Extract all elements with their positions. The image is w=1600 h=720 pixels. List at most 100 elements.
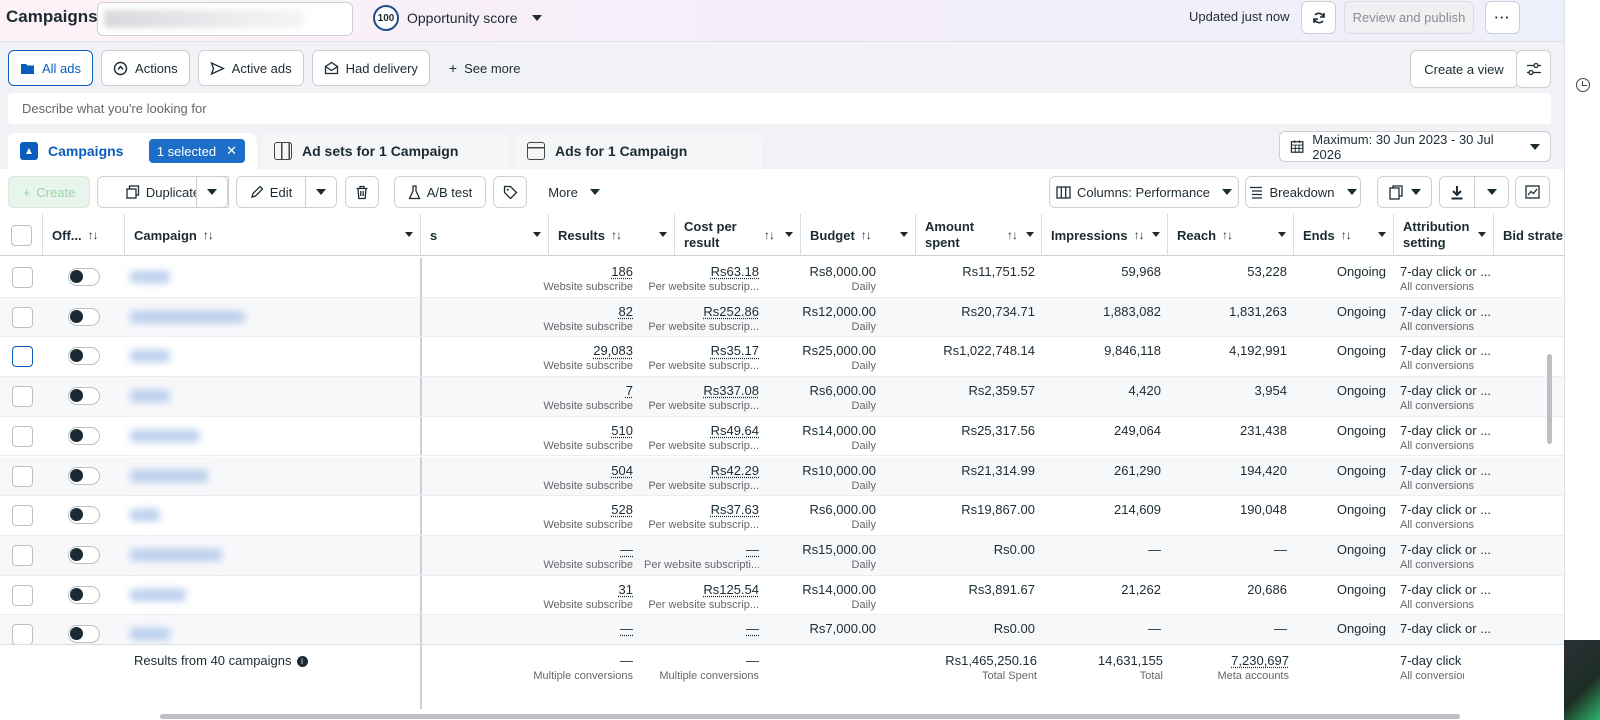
chevron-down-icon[interactable] [900, 232, 908, 237]
more-options-button[interactable]: ··· [1485, 1, 1520, 34]
search-input[interactable] [8, 93, 1551, 124]
campaign-toggle[interactable] [68, 387, 100, 406]
table-row[interactable]: 29,083 Website subscribe Rs35.17 Per websit… [0, 337, 1564, 378]
vertical-scrollbar[interactable] [1547, 354, 1552, 444]
create-view-button[interactable]: Create a view [1410, 50, 1518, 88]
date-range-picker[interactable]: Maximum: 30 Jun 2023 - 30 Jul 2026 [1279, 131, 1551, 162]
header-amount-spent[interactable]: Amount spent ↑↓ [916, 214, 1042, 256]
cost-per-result-value[interactable]: Rs337.08 [703, 383, 759, 398]
delete-button[interactable] [345, 176, 379, 208]
campaign-name-redacted[interactable] [130, 390, 170, 403]
row-checkbox[interactable] [12, 425, 33, 447]
chevron-down-icon[interactable] [405, 232, 413, 237]
chevron-down-icon[interactable] [1278, 232, 1286, 237]
table-row[interactable]: — Website subscribe — Per website subscript… [0, 535, 1564, 576]
table-row[interactable]: 31 Website subscribe Rs125.54 Per website s… [0, 575, 1564, 616]
chevron-down-icon[interactable] [1026, 232, 1034, 237]
budget-value[interactable]: Rs10,000.00 [802, 463, 876, 478]
campaign-name-redacted[interactable] [130, 271, 170, 283]
results-value[interactable]: 7 [626, 383, 633, 398]
header-cost-per-result[interactable]: Cost per result ↑↓ [675, 214, 801, 256]
campaign-toggle[interactable] [68, 585, 100, 604]
filter-actions[interactable]: Actions [101, 50, 190, 86]
chevron-down-icon[interactable] [1152, 232, 1160, 237]
header-impressions[interactable]: Impressions ↑↓ [1042, 214, 1168, 256]
cost-per-result-value[interactable]: — [746, 542, 759, 557]
header-budget[interactable]: Budget ↑↓ [801, 214, 916, 256]
chevron-down-icon[interactable] [785, 232, 793, 237]
chevron-down-icon[interactable] [1478, 232, 1486, 237]
budget-value[interactable]: Rs12,000.00 [802, 304, 876, 319]
row-checkbox[interactable] [12, 505, 33, 527]
row-checkbox[interactable] [12, 584, 33, 606]
campaign-toggle[interactable] [68, 426, 100, 445]
chevron-down-icon[interactable] [533, 232, 541, 237]
opportunity-score[interactable]: 100 Opportunity score [373, 5, 542, 31]
reports-button[interactable] [1377, 176, 1432, 208]
results-value[interactable]: 82 [619, 304, 633, 319]
header-partial-column[interactable]: s [421, 214, 549, 256]
results-value[interactable]: 29,083 [593, 343, 633, 358]
review-and-publish-button[interactable]: Review and publish [1344, 1, 1474, 34]
charts-button[interactable] [1515, 176, 1550, 208]
budget-value[interactable]: Rs14,000.00 [802, 582, 876, 597]
tab-ads[interactable]: Ads for 1 Campaign [515, 133, 762, 169]
cost-per-result-value[interactable]: Rs35.17 [711, 343, 759, 358]
results-value[interactable]: 31 [619, 582, 633, 597]
campaign-name-redacted[interactable] [130, 469, 208, 482]
cost-per-result-value[interactable]: Rs252.86 [703, 304, 759, 319]
table-row[interactable]: 82 Website subscribe Rs252.86 Per website s… [0, 297, 1564, 338]
campaign-name-redacted[interactable] [130, 628, 170, 641]
cost-per-result-value[interactable]: Rs63.18 [711, 264, 759, 279]
campaign-toggle[interactable] [68, 347, 100, 366]
selected-count-badge[interactable]: 1 selected ✕ [148, 139, 245, 163]
account-selector[interactable] [97, 2, 353, 36]
ab-test-button[interactable]: A/B test [394, 176, 486, 208]
campaign-toggle[interactable] [68, 625, 100, 644]
budget-value[interactable]: Rs6,000.00 [810, 383, 877, 398]
results-value[interactable]: 504 [611, 463, 633, 478]
cost-per-result-value[interactable]: Rs42.29 [711, 463, 759, 478]
budget-value[interactable]: Rs15,000.00 [802, 542, 876, 557]
breakdown-button[interactable]: Breakdown [1245, 176, 1361, 208]
columns-button[interactable]: Columns: Performance [1049, 176, 1239, 208]
table-row[interactable]: 186 Website subscribe Rs63.18 Per website s… [0, 258, 1564, 298]
tag-button[interactable] [493, 176, 527, 208]
more-actions-button[interactable]: More [540, 176, 608, 208]
budget-value[interactable]: Rs14,000.00 [802, 423, 876, 438]
create-button[interactable]: + Create [8, 176, 90, 208]
tab-ad-sets[interactable]: Ad sets for 1 Campaign [262, 133, 509, 169]
campaign-toggle[interactable] [68, 466, 100, 485]
history-icon[interactable] [1576, 78, 1590, 92]
results-value[interactable]: 186 [611, 264, 633, 279]
row-checkbox[interactable] [12, 306, 33, 328]
results-value[interactable]: — [620, 542, 633, 557]
results-value[interactable]: — [620, 621, 633, 636]
row-checkbox[interactable] [12, 267, 33, 288]
header-bid-strategy[interactable]: Bid strate [1494, 214, 1564, 256]
table-row[interactable]: 504 Website subscribe Rs42.29 Per website s… [0, 456, 1564, 497]
campaign-name-redacted[interactable] [130, 588, 186, 601]
budget-value[interactable]: Rs7,000.00 [810, 621, 877, 636]
row-checkbox[interactable] [12, 346, 33, 368]
budget-value[interactable]: Rs6,000.00 [810, 502, 877, 517]
edit-dropdown[interactable] [305, 176, 337, 208]
table-row[interactable]: 528 Website subscribe Rs37.63 Per website s… [0, 496, 1564, 536]
horizontal-scrollbar[interactable] [160, 714, 1460, 719]
campaign-toggle[interactable] [68, 506, 100, 525]
export-dropdown[interactable] [1474, 176, 1509, 208]
row-checkbox[interactable] [12, 544, 33, 566]
tab-campaigns[interactable]: ▲ Campaigns 1 selected ✕ [8, 133, 257, 169]
row-checkbox[interactable] [12, 624, 33, 646]
campaign-name-redacted[interactable] [130, 310, 245, 323]
header-ends[interactable]: Ends ↑↓ [1294, 214, 1394, 256]
campaign-toggle[interactable] [68, 307, 100, 326]
close-icon[interactable]: ✕ [226, 143, 237, 159]
header-attribution-setting[interactable]: Attribution setting [1394, 214, 1494, 256]
info-icon[interactable]: i [296, 656, 308, 668]
edit-button[interactable]: Edit [236, 176, 306, 208]
table-row[interactable]: 7 Website subscribe Rs337.08 Per website su… [0, 377, 1564, 417]
export-button[interactable] [1439, 176, 1475, 208]
row-checkbox[interactable] [12, 386, 33, 408]
results-value[interactable]: 528 [611, 502, 633, 517]
